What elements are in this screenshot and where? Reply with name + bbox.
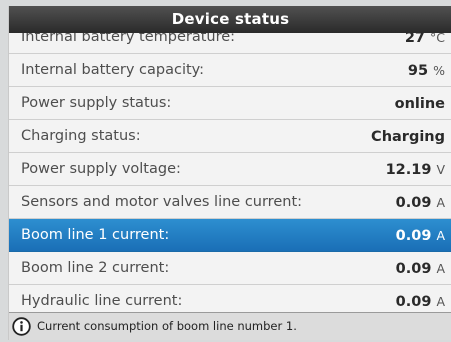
row-unit: A [436,294,445,309]
list-item-power-supply-status[interactable]: Power supply status: online [9,87,451,120]
row-unit: V [436,162,445,177]
row-value: 0.09 [395,294,432,310]
row-value: online [394,96,445,112]
row-value: Charging [371,129,445,145]
list-item-battery-capacity[interactable]: Internal battery capacity: 95% [9,54,451,87]
page-title: Device status [9,6,451,33]
row-unit: A [436,195,445,210]
row-value: 0.09 [395,261,432,277]
row-value: 95 [407,63,429,79]
row-label: Boom line 1 current: [21,227,170,243]
row-label: Charging status: [21,128,141,144]
row-label: Power supply status: [21,95,172,111]
list-item-power-supply-voltage[interactable]: Power supply voltage: 12.19 V [9,153,451,186]
row-label: Internal battery capacity: [21,62,205,78]
row-label: Sensors and motor valves line current: [21,194,303,210]
device-status-screen: Device status Internal battery temperatu… [8,6,451,340]
row-label: Internal battery temperature: [21,33,236,45]
list-item-boom-line-2-current[interactable]: Boom line 2 current: 0.09 A [9,252,451,285]
status-list[interactable]: Internal battery temperature: 27 °C Inter… [9,33,451,312]
list-item-battery-temperature[interactable]: Internal battery temperature: 27 °C [9,33,451,54]
row-value: 12.19 [385,162,432,178]
row-value: 27 [404,33,426,46]
list-item-sensors-motor-current[interactable]: Sensors and motor valves line current: 0… [9,186,451,219]
row-unit: °C [430,33,445,45]
list-item-boom-line-1-current[interactable]: Boom line 1 current: 0.09 A [9,219,451,252]
row-label: Power supply voltage: [21,161,181,177]
list-item-charging-status[interactable]: Charging status: Charging [9,120,451,153]
row-unit: A [436,261,445,276]
row-value: 0.09 [395,195,432,211]
row-label: Boom line 2 current: [21,260,170,276]
status-help-text: Current consumption of boom line number … [37,319,297,333]
row-value: 0.09 [395,228,432,244]
info-icon [12,317,31,336]
row-label: Hydraulic line current: [21,293,183,309]
list-item-hydraulic-line-current[interactable]: Hydraulic line current: 0.09 A [9,285,451,312]
row-unit: % [433,63,445,78]
row-unit: A [436,228,445,243]
status-bar: Current consumption of boom line number … [9,312,451,340]
